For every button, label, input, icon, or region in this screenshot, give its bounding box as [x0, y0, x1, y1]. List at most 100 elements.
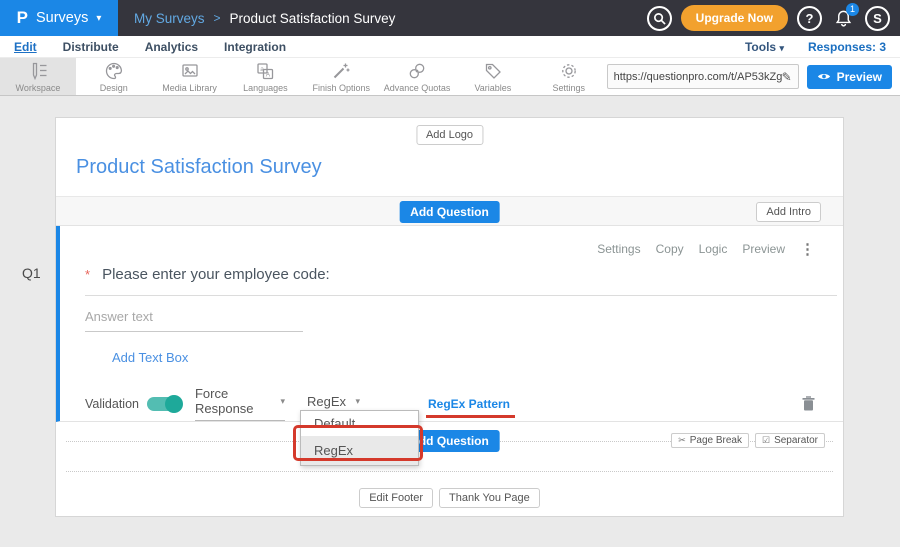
upgrade-now-button[interactable]: Upgrade Now — [681, 5, 788, 31]
required-marker: * — [85, 267, 90, 282]
tools-label: Tools — [745, 40, 776, 54]
product-menu-label: Surveys — [36, 10, 88, 26]
question-number: Q1 — [22, 265, 41, 281]
question-logic-link[interactable]: Logic — [699, 242, 728, 256]
page-break-label: Page Break — [690, 435, 742, 446]
breadcrumb-separator: > — [214, 11, 221, 25]
tools-menu[interactable]: Tools ▾ — [745, 40, 784, 54]
separator-icon: ☑ — [762, 435, 770, 446]
notification-badge: 1 — [846, 3, 859, 16]
wand-icon — [331, 61, 351, 81]
trash-icon — [802, 396, 815, 411]
search-icon — [653, 12, 666, 25]
add-question-row: Add Question Add Intro — [56, 197, 843, 226]
toolbar-label: Settings — [552, 83, 585, 93]
eye-icon — [817, 72, 831, 81]
search-button[interactable] — [647, 6, 672, 31]
more-options-icon[interactable]: ⋮ — [800, 240, 815, 258]
toolbar-label: Variables — [474, 83, 511, 93]
survey-card: Add Logo Product Satisfaction Survey Add… — [55, 117, 844, 517]
toolbar-label: Design — [100, 83, 128, 93]
product-menu[interactable]: P Surveys ▾ — [0, 0, 118, 36]
question-text[interactable]: * Please enter your employee code: — [85, 266, 837, 296]
add-intro-button[interactable]: Add Intro — [756, 202, 821, 222]
toolbar-label: Media Library — [162, 83, 217, 93]
toolbar-label: Advance Quotas — [384, 83, 451, 93]
force-response-select[interactable]: Force Response ▾ — [195, 386, 285, 421]
survey-header-section: Add Logo Product Satisfaction Survey — [56, 118, 843, 197]
breadcrumb-my-surveys[interactable]: My Surveys — [134, 11, 205, 26]
dropdown-option-regex[interactable]: RegEx — [301, 436, 418, 465]
add-question-row-2: Add Question ✂Page Break ☑Separator — [56, 422, 843, 461]
validation-type-dropdown: Default RegEx — [300, 410, 419, 466]
tab-integration[interactable]: Integration — [224, 40, 286, 54]
survey-editor-screen: P Surveys ▾ My Surveys > Product Satisfa… — [0, 0, 900, 547]
survey-url-field[interactable]: ✎ — [607, 64, 799, 89]
separator-label: Separator — [774, 435, 818, 446]
editor-toolbar: Workspace Design Media Library aA Langua… — [0, 58, 900, 96]
validation-row: Validation Force Response ▾ RegEx ▾ RegE… — [85, 386, 823, 421]
palette-icon — [104, 61, 124, 81]
add-question-button[interactable]: Add Question — [399, 201, 500, 223]
chevron-down-icon: ▾ — [779, 43, 784, 53]
top-bar: P Surveys ▾ My Surveys > Product Satisfa… — [0, 0, 900, 36]
svg-text:a: a — [261, 65, 265, 72]
toolbar-right: ✎ Preview — [607, 58, 900, 95]
validation-toggle[interactable] — [147, 397, 181, 411]
toolbar-settings[interactable]: Settings — [531, 58, 607, 95]
editor-content: Q1 Add Logo Product Satisfaction Survey … — [0, 96, 900, 547]
force-response-value: Force Response — [195, 386, 280, 416]
survey-nav: Edit Distribute Analytics Integration To… — [0, 36, 900, 58]
add-logo-button[interactable]: Add Logo — [416, 125, 483, 145]
toolbar-design[interactable]: Design — [76, 58, 152, 95]
workspace-icon — [28, 61, 48, 81]
chevron-down-icon: ▾ — [280, 396, 285, 407]
tab-analytics[interactable]: Analytics — [145, 40, 198, 54]
preview-button[interactable]: Preview — [807, 65, 892, 89]
delete-question-button[interactable] — [802, 396, 815, 411]
question-block: Settings Copy Logic Preview ⋮ * Please en… — [56, 226, 843, 422]
responses-link[interactable]: Responses: 3 — [808, 40, 886, 54]
question-settings-link[interactable]: Settings — [597, 242, 640, 256]
topbar-actions: Upgrade Now ? 1 S — [647, 5, 890, 31]
tab-edit[interactable]: Edit — [14, 40, 37, 54]
avatar[interactable]: S — [865, 6, 890, 31]
add-text-box-link[interactable]: Add Text Box — [112, 350, 188, 365]
survey-title[interactable]: Product Satisfaction Survey — [76, 156, 322, 179]
chevron-down-icon: ▾ — [355, 396, 360, 407]
image-icon — [180, 61, 200, 81]
nav-right: Tools ▾ Responses: 3 — [745, 40, 886, 54]
question-copy-link[interactable]: Copy — [656, 242, 684, 256]
toolbar-label: Workspace — [15, 83, 60, 93]
validation-type-value: RegEx — [307, 394, 346, 409]
page-break-icon: ✂ — [678, 435, 686, 446]
tab-distribute[interactable]: Distribute — [63, 40, 119, 54]
tag-icon — [483, 61, 503, 81]
toggle-knob — [165, 395, 183, 413]
survey-url-input[interactable] — [614, 71, 782, 83]
separator-button[interactable]: ☑ Separator — [755, 433, 825, 448]
notifications-button[interactable]: 1 — [831, 6, 856, 31]
toolbar-media-library[interactable]: Media Library — [152, 58, 228, 95]
question-preview-link[interactable]: Preview — [742, 242, 785, 256]
toolbar-workspace[interactable]: Workspace — [0, 58, 76, 95]
edit-footer-button[interactable]: Edit Footer — [359, 488, 433, 508]
toolbar-finish-options[interactable]: Finish Options — [303, 58, 379, 95]
toolbar-variables[interactable]: Variables — [455, 58, 531, 95]
question-text-value: Please enter your employee code: — [102, 266, 330, 283]
toolbar-languages[interactable]: aA Languages — [227, 58, 303, 95]
page-break-button[interactable]: ✂ Page Break — [671, 433, 749, 448]
dropdown-option-default[interactable]: Default — [301, 411, 418, 436]
help-button[interactable]: ? — [797, 6, 822, 31]
answer-text-field[interactable]: Answer text — [85, 309, 303, 332]
toolbar-advance-quotas[interactable]: Advance Quotas — [379, 58, 455, 95]
dotted-divider — [66, 471, 833, 472]
chevron-down-icon: ▾ — [96, 13, 101, 24]
page-tools: ✂ Page Break ☑ Separator — [671, 433, 825, 448]
regex-pattern-link[interactable]: RegEx Pattern — [428, 397, 510, 411]
chain-icon — [407, 61, 427, 81]
breadcrumb-current-survey: Product Satisfaction Survey — [230, 11, 396, 26]
toolbar-label: Languages — [243, 83, 288, 93]
edit-url-icon[interactable]: ✎ — [782, 70, 792, 84]
thank-you-page-button[interactable]: Thank You Page — [439, 488, 540, 508]
